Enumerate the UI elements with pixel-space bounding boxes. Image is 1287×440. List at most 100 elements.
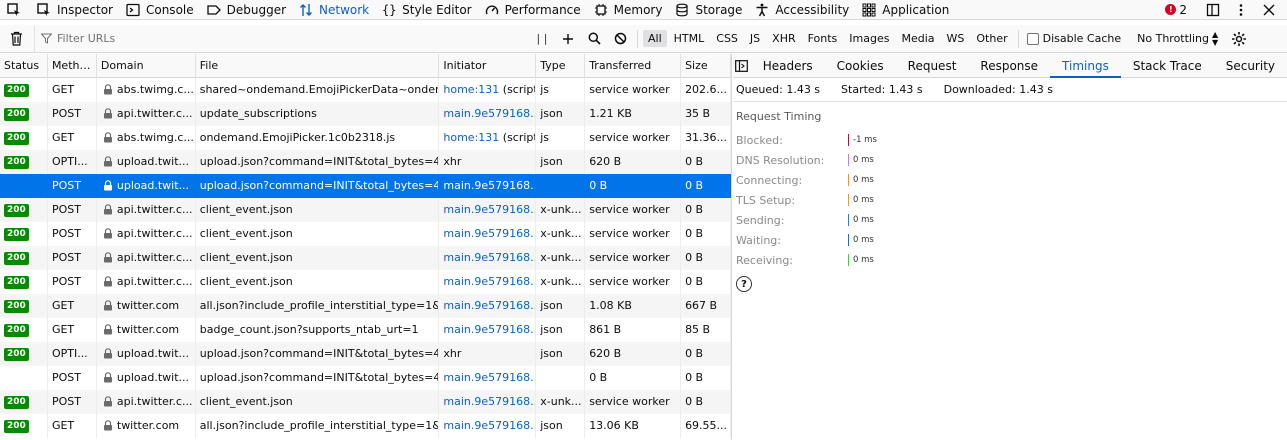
- initiator-link[interactable]: home:131: [443, 83, 499, 96]
- initiator-cell: xhr: [439, 150, 537, 174]
- tab-inspector[interactable]: Inspector: [30, 0, 119, 20]
- column-size[interactable]: Size: [681, 54, 731, 78]
- element-picker-icon[interactable]: [6, 2, 22, 18]
- initiator-link[interactable]: home:131: [443, 131, 499, 144]
- detail-tab-headers[interactable]: Headers: [751, 54, 825, 78]
- filter-type-xhr[interactable]: XHR: [767, 30, 800, 47]
- initiator-cell: home:131 (script): [439, 78, 537, 102]
- file-cell: client_event.json: [196, 390, 440, 414]
- filter-type-all[interactable]: All: [643, 30, 667, 47]
- filter-type-fonts[interactable]: Fonts: [803, 30, 843, 47]
- column-type[interactable]: Type: [536, 54, 586, 78]
- updown-arrows-icon: ▲ ▼: [1212, 29, 1219, 47]
- initiator-link[interactable]: main.9e579168...: [443, 371, 535, 384]
- initiator-link[interactable]: main.9e579168...: [443, 419, 535, 432]
- filter-type-html[interactable]: HTML: [669, 30, 710, 47]
- column-file[interactable]: File: [196, 54, 440, 78]
- type-cell: x-unk...: [536, 222, 586, 246]
- toggle-sidebar-icon[interactable]: [733, 59, 751, 72]
- pause-icon[interactable]: | |: [532, 29, 552, 49]
- disable-cache-checkbox[interactable]: Disable Cache: [1026, 32, 1121, 45]
- method-cell: POST: [48, 102, 97, 126]
- table-row[interactable]: 200 GET abs.twimg.c... ondemand.EmojiPicker…: [0, 126, 731, 150]
- close-icon[interactable]: [1261, 2, 1277, 18]
- method-cell: POST: [48, 366, 97, 390]
- more-options-icon[interactable]: [1233, 2, 1249, 18]
- error-icon: !: [1165, 4, 1177, 15]
- detail-tab-request[interactable]: Request: [896, 54, 969, 78]
- column-method[interactable]: Meth…: [48, 54, 97, 78]
- filter-type-css[interactable]: CSS: [711, 30, 743, 47]
- table-row[interactable]: 200 GET twitter.com all.json?include_profil…: [0, 414, 731, 438]
- block-requests-icon[interactable]: [610, 29, 630, 49]
- error-count[interactable]: ! 2: [1165, 3, 1187, 17]
- column-status[interactable]: Status: [0, 54, 48, 78]
- initiator-link[interactable]: main.9e579168...: [443, 275, 535, 288]
- timing-bar: [848, 254, 849, 266]
- tab-application[interactable]: Application: [855, 0, 955, 20]
- add-request-icon[interactable]: [558, 29, 578, 49]
- detail-tab-stack-trace[interactable]: Stack Trace: [1121, 54, 1214, 78]
- tab-debugger[interactable]: Debugger: [200, 0, 292, 20]
- filter-type-other[interactable]: Other: [971, 30, 1012, 47]
- filter-type-ws[interactable]: WS: [942, 30, 970, 47]
- initiator-link[interactable]: main.9e579168...: [443, 323, 535, 336]
- transferred-cell: service worker: [585, 78, 682, 102]
- clear-requests-icon[interactable]: [6, 31, 26, 46]
- grid-icon: [861, 2, 877, 18]
- column-transferred[interactable]: Transferred: [585, 54, 682, 78]
- size-cell: 85 B: [681, 318, 731, 342]
- initiator-link[interactable]: main.9e579168...: [443, 203, 535, 216]
- table-row[interactable]: POST upload.twit... upload.json?command=IN…: [0, 174, 731, 198]
- type-cell: json: [536, 318, 586, 342]
- initiator-link[interactable]: main.9e579168...: [443, 395, 535, 408]
- tab-storage[interactable]: Storage: [668, 0, 748, 20]
- detail-tab-response[interactable]: Response: [968, 54, 1050, 78]
- filter-urls-input[interactable]: Filter URLs: [34, 25, 529, 52]
- size-cell: 0 B: [681, 390, 731, 414]
- table-row[interactable]: 200 GET twitter.com all.json?include_profil…: [0, 294, 731, 318]
- tab-style-editor[interactable]: {} Style Editor: [375, 0, 477, 20]
- table-row[interactable]: POST upload.twit... upload.json?command=IN…: [0, 366, 731, 390]
- checkbox-icon[interactable]: [1026, 32, 1039, 45]
- table-row[interactable]: 200 POST api.twitter.c... client_event.json…: [0, 198, 731, 222]
- table-row[interactable]: 200 OPTI... upload.twit... upload.json?comm…: [0, 342, 731, 366]
- dock-icon[interactable]: [1205, 2, 1221, 18]
- table-row[interactable]: 200 POST api.twitter.c... client_event.json…: [0, 246, 731, 270]
- detail-tab-timings[interactable]: Timings: [1050, 54, 1121, 78]
- initiator-link[interactable]: main.9e579168...: [443, 299, 535, 312]
- throttling-select[interactable]: No Throttling ▲ ▼: [1137, 29, 1219, 47]
- initiator-link[interactable]: main.9e579168...: [443, 227, 535, 240]
- table-row[interactable]: 200 POST api.twitter.c... client_event.json…: [0, 222, 731, 246]
- initiator-link[interactable]: main.9e579168...: [443, 107, 535, 120]
- tab-label: Application: [882, 2, 950, 17]
- table-row[interactable]: 200 OPTI... upload.twit... upload.json?comm…: [0, 150, 731, 174]
- search-icon[interactable]: [584, 29, 604, 49]
- size-cell: 0 B: [685, 179, 704, 192]
- initiator-link[interactable]: main.9e579168...: [443, 251, 535, 264]
- tab-console[interactable]: Console: [119, 0, 200, 20]
- tab-memory[interactable]: Memory: [587, 0, 669, 20]
- table-row[interactable]: 200 GET twitter.com badge_count.json?suppor…: [0, 318, 731, 342]
- svg-text:{}: {}: [382, 3, 396, 17]
- detail-tab-security[interactable]: Security: [1214, 54, 1287, 78]
- detail-tab-cookies[interactable]: Cookies: [825, 54, 896, 78]
- filter-type-media[interactable]: Media: [896, 30, 939, 47]
- tab-accessibility[interactable]: Accessibility: [748, 0, 855, 20]
- domain-text: twitter.com: [116, 419, 180, 432]
- filter-type-images[interactable]: Images: [844, 30, 894, 47]
- requests-table: Status Meth… Domain File Initiator Type …: [0, 54, 732, 440]
- tab-performance[interactable]: Performance: [478, 0, 587, 20]
- gear-icon[interactable]: [1230, 30, 1248, 48]
- table-row[interactable]: 200 POST api.twitter.c... client_event.json…: [0, 270, 731, 294]
- initiator-link[interactable]: main.9e579168...: [443, 179, 535, 192]
- table-row[interactable]: 200 GET abs.twimg.c... shared~ondemand.Emoj…: [0, 78, 731, 102]
- debugger-icon: [206, 2, 222, 18]
- table-row[interactable]: 200 POST api.twitter.c... client_event.json…: [0, 390, 731, 414]
- tab-network[interactable]: Network: [292, 0, 375, 20]
- help-icon[interactable]: ?: [736, 276, 752, 292]
- table-row[interactable]: 200 POST api.twitter.c... update_subscripti…: [0, 102, 731, 126]
- filter-type-js[interactable]: JS: [745, 30, 765, 47]
- column-initiator[interactable]: Initiator: [439, 54, 537, 78]
- column-domain[interactable]: Domain: [97, 54, 196, 78]
